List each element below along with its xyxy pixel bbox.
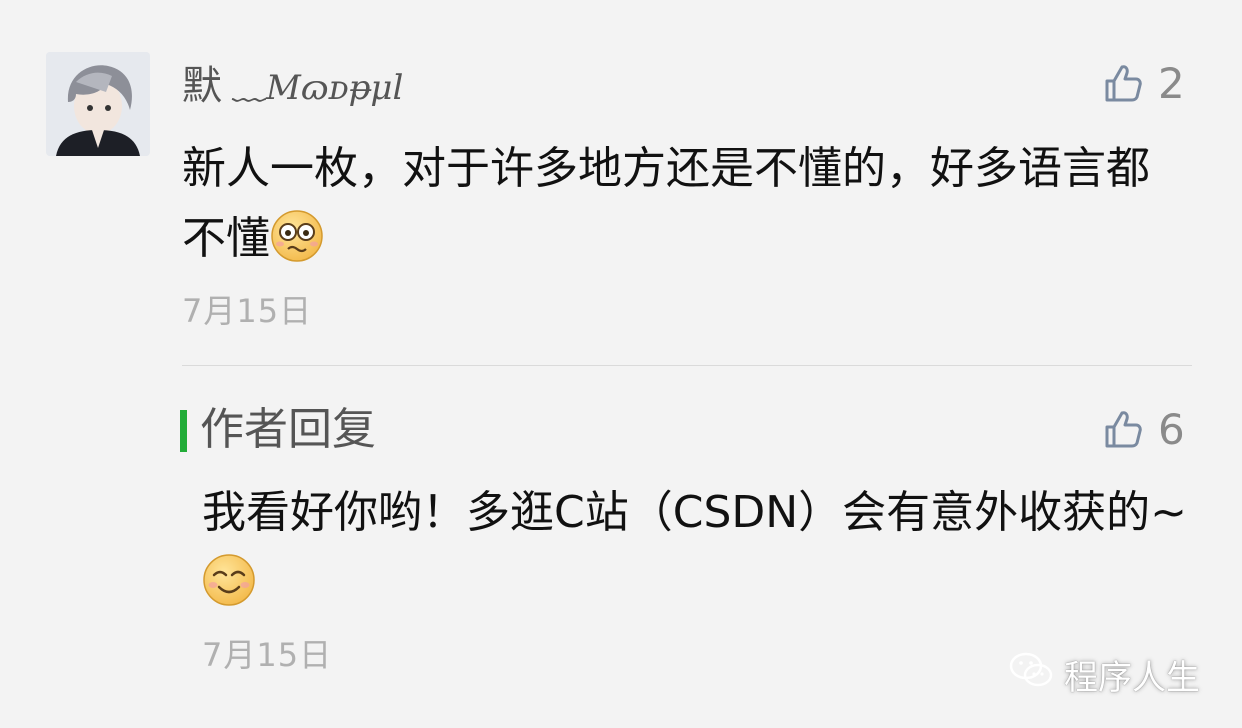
- like-button[interactable]: 2: [1104, 58, 1185, 108]
- author-name[interactable]: 默 ﹏Mɷᴅᵽμl: [182, 60, 403, 114]
- comment-text-body: 新人一枚，对于许多地方还是不懂的，好多语言都不懂: [182, 143, 1150, 264]
- reply-accent-bar: [180, 410, 187, 452]
- wechat-icon: [1008, 650, 1054, 699]
- reply-date: 7月15日: [202, 636, 333, 674]
- like-count: 2: [1158, 58, 1185, 108]
- user-avatar[interactable]: [46, 52, 150, 156]
- reply-text: 我看好你哟！多逛C站（CSDN）会有意外收获的~: [202, 478, 1202, 628]
- author-reply-title: 作者回复: [200, 404, 376, 455]
- reply-text-body: 我看好你哟！多逛C站（CSDN）会有意外收获的~: [202, 487, 1188, 538]
- comment-text: 新人一枚，对于许多地方还是不懂的，好多语言都不懂: [182, 134, 1182, 284]
- author-name-fancy: ﹏Mɷᴅᵽμl: [232, 68, 404, 108]
- thumbs-up-icon: [1104, 63, 1142, 103]
- smiling-face-icon: [202, 553, 256, 628]
- watermark: 程序人生: [1008, 650, 1200, 699]
- divider: [182, 365, 1192, 366]
- nervous-face-icon: [270, 209, 324, 284]
- watermark-label: 程序人生: [1064, 658, 1200, 698]
- author-name-cn: 默: [182, 63, 222, 109]
- comment-item: 默 ﹏Mɷᴅᵽμl 2 新人一枚，对于许多地方还是不懂的，好多语言都不懂 7月1…: [0, 0, 1242, 360]
- thumbs-up-icon: [1104, 409, 1142, 449]
- reply-like-button[interactable]: 6: [1104, 404, 1185, 454]
- comment-date: 7月15日: [182, 292, 313, 330]
- reply-like-count: 6: [1158, 404, 1185, 454]
